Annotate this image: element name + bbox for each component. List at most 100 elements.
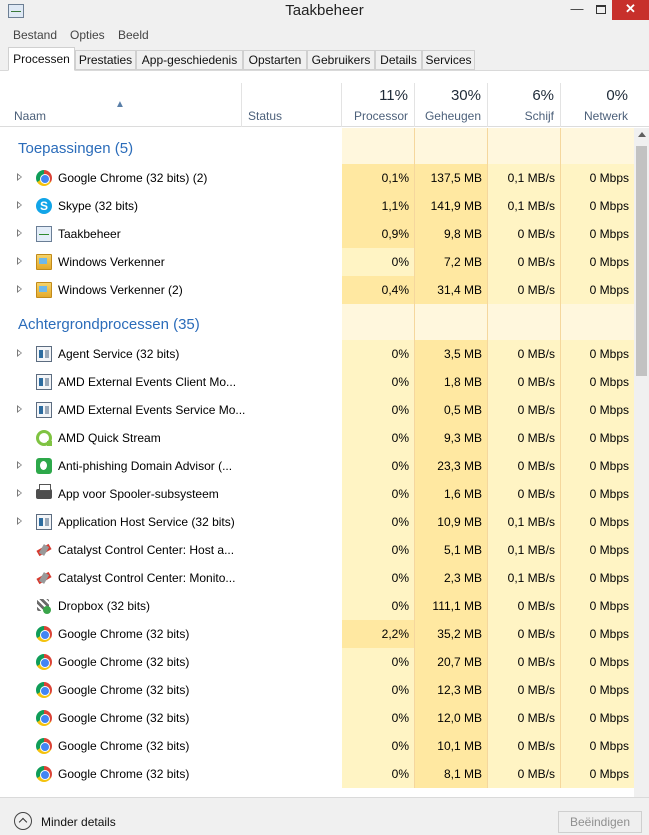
- process-row[interactable]: Google Chrome (32 bits) 0% 8,1 MB 0 MB/s 0 M…: [0, 760, 634, 788]
- disk-value: 0,1 MB/s: [488, 536, 560, 564]
- vertical-scrollbar[interactable]: [634, 128, 649, 797]
- fewer-details-label: Minder details: [41, 815, 116, 829]
- tab-startup[interactable]: Opstarten: [243, 50, 307, 70]
- process-name: App voor Spooler-subsysteem: [58, 487, 219, 501]
- disk-value: 0 MB/s: [488, 340, 560, 368]
- tab-performance[interactable]: Prestaties: [75, 50, 136, 70]
- process-row[interactable]: AMD Quick Stream 0% 9,3 MB 0 MB/s 0 Mbps: [0, 424, 634, 452]
- process-row[interactable]: S Skype (32 bits) 1,1% 141,9 MB 0,1 MB/s 0 Mb…: [0, 192, 634, 220]
- expand-arrow-icon[interactable]: [17, 405, 22, 413]
- column-name[interactable]: ▲ Naam: [0, 83, 241, 127]
- cpu-value: 1,1%: [342, 192, 414, 220]
- network-value: 0 Mbps: [561, 480, 634, 508]
- column-network[interactable]: 0% Netwerk: [561, 83, 634, 127]
- process-name: Google Chrome (32 bits): [58, 711, 190, 725]
- disk-value: 0 MB/s: [488, 760, 560, 788]
- network-value: 0 Mbps: [561, 192, 634, 220]
- process-row[interactable]: Google Chrome (32 bits) 0% 10,1 MB 0 MB/s 0 …: [0, 732, 634, 760]
- expand-arrow-icon[interactable]: [17, 517, 22, 525]
- close-button[interactable]: ✕: [612, 0, 649, 20]
- minimize-button[interactable]: —: [564, 0, 590, 20]
- network-value: 0 Mbps: [561, 564, 634, 592]
- network-total: 0%: [606, 87, 628, 104]
- cpu-value: 2,2%: [342, 620, 414, 648]
- group-cell: [415, 304, 487, 340]
- process-row[interactable]: Windows Verkenner (2) 0,4% 31,4 MB 0 MB/s 0 …: [0, 276, 634, 304]
- group-title: Achtergrondprocessen (35): [18, 316, 200, 333]
- quick-stream-icon: [36, 430, 52, 446]
- process-name: Application Host Service (32 bits): [58, 515, 235, 529]
- process-row[interactable]: Google Chrome (32 bits) (2) 0,1% 137,5 MB 0…: [0, 164, 634, 192]
- memory-value: 1,6 MB: [415, 480, 487, 508]
- cpu-value: 0%: [342, 760, 414, 788]
- process-row[interactable]: Taakbeheer 0,9% 9,8 MB 0 MB/s 0 Mbps: [0, 220, 634, 248]
- group-cell: [488, 128, 560, 164]
- expand-arrow-icon[interactable]: [17, 489, 22, 497]
- memory-value: 12,0 MB: [415, 704, 487, 732]
- expand-arrow-icon[interactable]: [17, 461, 22, 469]
- menu-file[interactable]: Bestand: [13, 28, 57, 42]
- tab-services[interactable]: Services: [422, 50, 475, 70]
- column-status[interactable]: Status: [242, 83, 341, 127]
- process-row[interactable]: Google Chrome (32 bits) 2,2% 35,2 MB 0 MB/s…: [0, 620, 634, 648]
- network-value: 0 Mbps: [561, 620, 634, 648]
- memory-value: 9,8 MB: [415, 220, 487, 248]
- group-title: Toepassingen (5): [18, 140, 134, 157]
- scrollbar-thumb[interactable]: [636, 146, 647, 376]
- expand-arrow-icon[interactable]: [17, 257, 22, 265]
- tab-processes[interactable]: Processen: [8, 47, 75, 71]
- process-row[interactable]: Catalyst Control Center: Monito... 0% 2,3 …: [0, 564, 634, 592]
- expand-arrow-icon[interactable]: [17, 285, 22, 293]
- memory-value: 141,9 MB: [415, 192, 487, 220]
- disk-value: 0 MB/s: [488, 732, 560, 760]
- process-row[interactable]: Google Chrome (32 bits) 0% 12,0 MB 0 MB/s 0 …: [0, 704, 634, 732]
- memory-value: 20,7 MB: [415, 648, 487, 676]
- column-cpu[interactable]: 11% Processor: [342, 83, 414, 127]
- anti-phishing-icon: [36, 458, 52, 474]
- scroll-up-icon[interactable]: [638, 132, 646, 137]
- cpu-value: 0%: [342, 732, 414, 760]
- group-cell: [488, 304, 560, 340]
- process-name: Windows Verkenner (2): [58, 283, 183, 297]
- column-memory[interactable]: 30% Geheugen: [415, 83, 487, 127]
- cpu-value: 0%: [342, 340, 414, 368]
- column-grid-line: [560, 128, 561, 788]
- cpu-value: 0,1%: [342, 164, 414, 192]
- task-manager-icon: [36, 226, 52, 242]
- menu-view[interactable]: Beeld: [118, 28, 149, 42]
- process-row[interactable]: Google Chrome (32 bits) 0% 20,7 MB 0 MB/s 0 …: [0, 648, 634, 676]
- process-row[interactable]: AMD External Events Client Mo... 0% 1,8 MB…: [0, 368, 634, 396]
- process-row[interactable]: Application Host Service (32 bits) 0% 10,9…: [0, 508, 634, 536]
- process-row[interactable]: Anti-phishing Domain Advisor (... 0% 23,3 …: [0, 452, 634, 480]
- process-row[interactable]: Agent Service (32 bits) 0% 3,5 MB 0 MB/s 0 M…: [0, 340, 634, 368]
- end-task-button[interactable]: Beëindigen: [558, 811, 642, 833]
- sort-ascending-icon: ▲: [115, 99, 125, 110]
- group-header[interactable]: Toepassingen (5): [0, 128, 634, 164]
- disk-value: 0,1 MB/s: [488, 192, 560, 220]
- expand-arrow-icon[interactable]: [17, 173, 22, 181]
- group-cell: [561, 128, 634, 164]
- disk-value: 0 MB/s: [488, 368, 560, 396]
- menu-options[interactable]: Opties: [70, 28, 105, 42]
- maximize-button[interactable]: [590, 0, 612, 20]
- expand-arrow-icon[interactable]: [17, 201, 22, 209]
- process-name: Google Chrome (32 bits): [58, 655, 190, 669]
- process-row[interactable]: Windows Verkenner 0% 7,2 MB 0 MB/s 0 Mbps: [0, 248, 634, 276]
- tab-users[interactable]: Gebruikers: [307, 50, 375, 70]
- process-row[interactable]: Google Chrome (32 bits) 0% 12,3 MB 0 MB/s 0 …: [0, 676, 634, 704]
- chrome-icon: [36, 682, 52, 698]
- explorer-icon: [36, 282, 52, 298]
- process-row[interactable]: AMD External Events Service Mo... 0% 0,5 M…: [0, 396, 634, 424]
- process-name: Dropbox (32 bits): [58, 599, 151, 613]
- tab-bar: Processen Prestaties App-geschiedenis Op…: [0, 45, 649, 71]
- chevron-up-icon: [14, 812, 32, 830]
- expand-arrow-icon[interactable]: [17, 229, 22, 237]
- process-row[interactable]: App voor Spooler-subsysteem 0% 1,6 MB 0 MB/…: [0, 480, 634, 508]
- expand-arrow-icon[interactable]: [17, 349, 22, 357]
- process-row[interactable]: Dropbox (32 bits) 0% 111,1 MB 0 MB/s 0 Mbps: [0, 592, 634, 620]
- group-header[interactable]: Achtergrondprocessen (35): [0, 304, 634, 340]
- tab-app-history[interactable]: App-geschiedenis: [136, 50, 243, 70]
- process-row[interactable]: Catalyst Control Center: Host a... 0% 5,1 …: [0, 536, 634, 564]
- column-disk[interactable]: 6% Schijf: [488, 83, 560, 127]
- tab-details[interactable]: Details: [375, 50, 422, 70]
